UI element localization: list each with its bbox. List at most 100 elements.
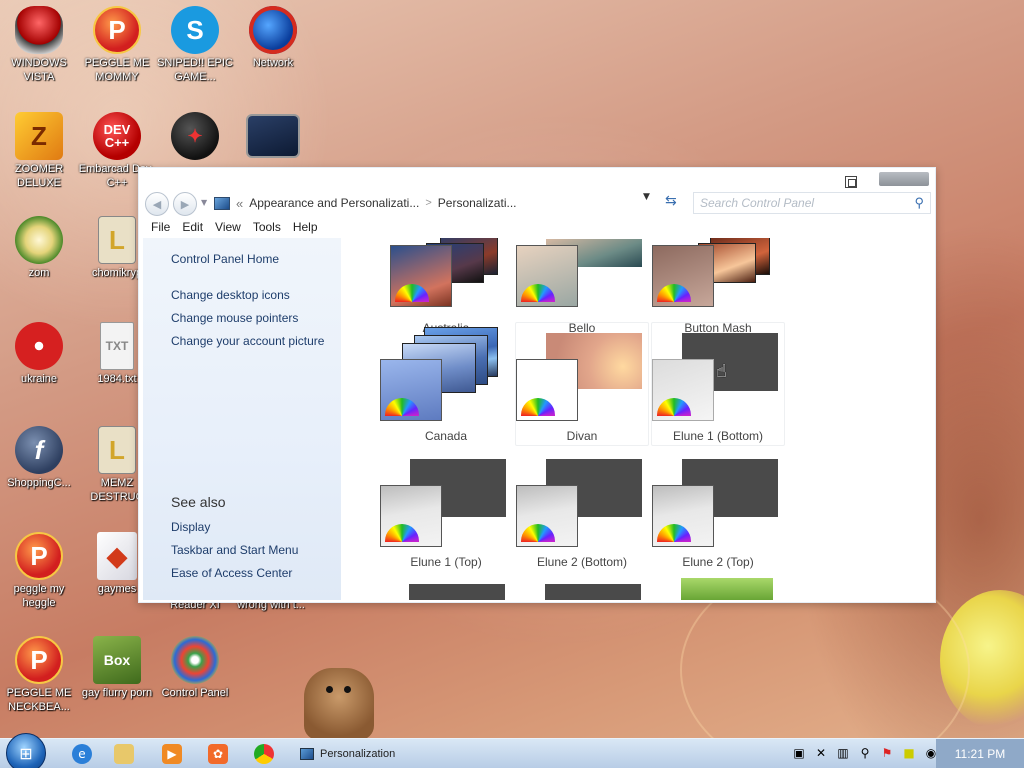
- theme-preview-partial[interactable]: [409, 584, 505, 600]
- theme-thumbnail: [380, 359, 442, 421]
- peggle-icon: P: [93, 6, 141, 54]
- system-tray: ▣ ✕ ▥ ⚲ ⚑ ■ ◉: [790, 744, 940, 762]
- peggle-icon: P: [15, 532, 63, 580]
- desktop-icon-windows-vista[interactable]: WINDOWS VISTA: [0, 6, 78, 84]
- gopher-mascot: [304, 668, 374, 740]
- forward-button[interactable]: ▶: [173, 192, 197, 216]
- breadcrumb-personalization[interactable]: Personalizati...: [438, 196, 517, 210]
- taskbar-start-menu-link[interactable]: Taskbar and Start Menu: [171, 543, 298, 557]
- menu-tools[interactable]: Tools: [247, 218, 287, 238]
- app-icon[interactable]: ✿: [208, 744, 228, 764]
- skype-icon: S: [171, 6, 219, 54]
- desktop-icon-zom[interactable]: zom: [0, 216, 78, 280]
- theme-preview-partial[interactable]: [681, 578, 773, 600]
- desktop-icon-label: ZOOMER DELUXE: [14, 163, 64, 189]
- search-input[interactable]: Search Control Panel ⚲: [693, 192, 931, 214]
- back-button[interactable]: ◀: [145, 192, 169, 216]
- desktop-icon-label: PEGGLE ME NECKBEA...: [6, 687, 72, 713]
- internet-explorer-icon[interactable]: e: [72, 744, 92, 764]
- radiation-icon: [15, 322, 63, 370]
- breadcrumb-overflow[interactable]: «: [236, 196, 243, 211]
- theme-name: Canada: [424, 429, 468, 443]
- tray-network-icon[interactable]: ▥: [834, 744, 852, 762]
- tray-app-icon[interactable]: ▣: [790, 744, 808, 762]
- theme-divan[interactable]: Divan: [515, 322, 649, 446]
- flash-icon: f: [15, 426, 63, 474]
- desktop-icon-label: PEGGLE ME MOMMY: [84, 57, 150, 83]
- desktop-icon-gay-flurry[interactable]: Box gay flurry porn: [78, 636, 156, 700]
- network-icon: [249, 6, 297, 54]
- color-fan-icon: [657, 284, 691, 302]
- theme-elune-2-top[interactable]: Elune 2 (Top): [651, 448, 785, 572]
- folder-icon[interactable]: [114, 744, 134, 764]
- menu-file[interactable]: File: [145, 218, 176, 238]
- ease-of-access-link[interactable]: Ease of Access Center: [171, 566, 292, 580]
- theme-elune-1-bottom[interactable]: Elune 1 (Bottom): [651, 322, 785, 446]
- tray-note-icon[interactable]: ■: [900, 744, 918, 762]
- color-fan-icon: [395, 284, 429, 302]
- control-panel-icon: [214, 196, 230, 210]
- taskbar: ⊞ e ▶ ✿ Personalization ▣ ✕ ▥ ⚲ ⚑ ■ ◉ 11…: [0, 733, 1024, 768]
- menu-view[interactable]: View: [209, 218, 247, 238]
- address-bar[interactable]: « Appearance and Personalizati... > Pers…: [213, 192, 693, 214]
- desktop-icon-shopping[interactable]: f ShoppingC...: [0, 426, 78, 490]
- color-fan-icon: [521, 284, 555, 302]
- theme-canada[interactable]: Canada: [379, 322, 513, 446]
- close-button[interactable]: [879, 172, 929, 186]
- theme-preview-partial[interactable]: [545, 584, 641, 600]
- tray-search-icon[interactable]: ⚲: [856, 744, 874, 762]
- desktop-icon-zoomer-deluxe[interactable]: Z ZOOMER DELUXE: [0, 112, 78, 190]
- recent-pages-dropdown[interactable]: ▼: [201, 198, 207, 207]
- menu-edit[interactable]: Edit: [176, 218, 209, 238]
- desktop-icon-ukraine[interactable]: ukraine: [0, 322, 78, 386]
- theme-gallery: Australia Bello Button Mash Canada Divan: [349, 238, 929, 600]
- search-icon[interactable]: ⚲: [914, 195, 924, 211]
- desktop-icon-black-ball[interactable]: ✦: [156, 112, 234, 162]
- color-fan-icon: [385, 524, 419, 542]
- address-dropdown-icon[interactable]: ▼: [643, 192, 650, 202]
- color-fan-icon: [385, 398, 419, 416]
- tray-x-icon[interactable]: ✕: [812, 744, 830, 762]
- start-button[interactable]: ⊞: [6, 733, 46, 768]
- title-bar[interactable]: [139, 168, 935, 190]
- taskbar-personalization[interactable]: Personalization: [294, 742, 414, 766]
- menu-bar: File Edit View Tools Help: [139, 218, 935, 238]
- change-mouse-pointers-link[interactable]: Change mouse pointers: [171, 311, 298, 325]
- theme-name: Divan: [566, 429, 598, 443]
- box-icon: Box: [93, 636, 141, 684]
- breadcrumb-appearance[interactable]: Appearance and Personalizati...: [249, 196, 419, 210]
- theme-thumbnail: [380, 485, 442, 547]
- desktop-icon-monitor[interactable]: [234, 112, 312, 158]
- theme-elune-1-top[interactable]: Elune 1 (Top): [379, 448, 513, 572]
- lock-file-icon: L: [98, 216, 136, 264]
- desktop-icon-label: SNIPED!! EPIC GAME...: [157, 57, 233, 83]
- theme-name: Elune 2 (Bottom): [536, 555, 628, 569]
- chrome-icon[interactable]: [254, 744, 274, 764]
- game-folder-icon: ◆: [97, 532, 137, 580]
- menu-help[interactable]: Help: [287, 218, 324, 238]
- theme-elune-2-bottom[interactable]: Elune 2 (Bottom): [515, 448, 649, 572]
- color-fan-icon: [657, 524, 691, 542]
- restore-button[interactable]: [845, 176, 857, 188]
- desktop-icon-peggle-me-mommy[interactable]: P PEGGLE ME MOMMY: [78, 6, 156, 84]
- theme-name: Elune 1 (Bottom): [672, 429, 764, 443]
- breadcrumb-separator[interactable]: >: [425, 197, 431, 209]
- control-panel-home-link[interactable]: Control Panel Home: [171, 252, 279, 266]
- sidebar: Control Panel Home Change desktop icons …: [143, 238, 341, 600]
- desktop-icon-peggle-neckbeard[interactable]: P PEGGLE ME NECKBEA...: [0, 636, 78, 714]
- refresh-icon[interactable]: ⇆: [665, 193, 677, 209]
- desktop-icon-peggle-my-heggle[interactable]: P peggle my heggle: [0, 532, 78, 610]
- clock[interactable]: 11:21 PM: [936, 739, 1024, 768]
- change-desktop-icons-link[interactable]: Change desktop icons: [171, 288, 290, 302]
- media-player-icon[interactable]: ▶: [162, 744, 182, 764]
- change-account-picture-link[interactable]: Change your account picture: [171, 334, 324, 348]
- clock-time: 11:21 PM: [954, 747, 1006, 761]
- desktop-icon-network[interactable]: Network: [234, 6, 312, 70]
- theme-name: Elune 1 (Top): [410, 555, 482, 569]
- display-link[interactable]: Display: [171, 520, 210, 534]
- zoomer-icon: Z: [15, 112, 63, 160]
- desktop-icon-control-panel[interactable]: Control Panel: [156, 636, 234, 700]
- tray-flag-icon[interactable]: ⚑: [878, 744, 896, 762]
- theme-thumbnail: [652, 485, 714, 547]
- desktop-icon-sniped[interactable]: S SNIPED!! EPIC GAME...: [156, 6, 234, 84]
